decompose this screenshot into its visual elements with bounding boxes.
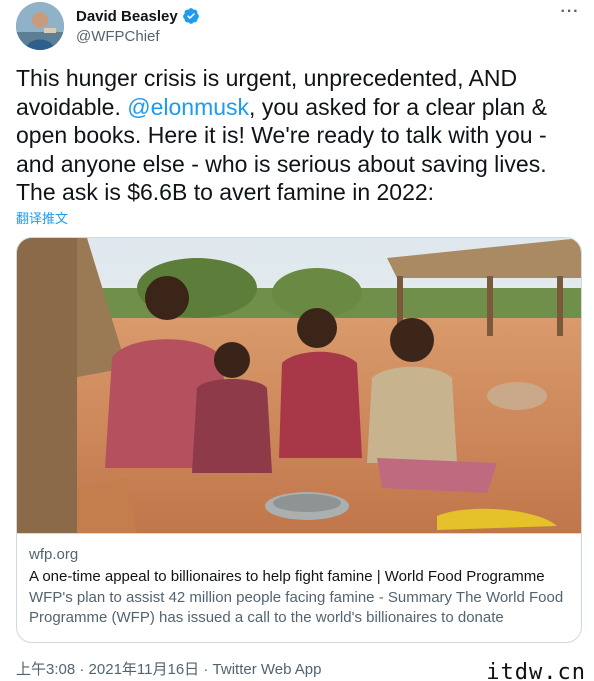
verified-badge-icon xyxy=(182,7,200,25)
tweet-time[interactable]: 上午3:08 xyxy=(16,661,75,678)
famine-photo-image[interactable] xyxy=(17,238,581,534)
author-display-name[interactable]: David Beasley xyxy=(76,8,178,25)
tweet-date[interactable]: 2021年11月16日 xyxy=(89,661,200,678)
link-card[interactable]: wfp.org A one-time appeal to billionaire… xyxy=(16,237,582,643)
tweet-footer: 上午3:08 · 2021年11月16日 · Twitter Web App xyxy=(16,658,321,679)
mention-link[interactable]: @elonmusk xyxy=(127,94,249,120)
footer-separator: · xyxy=(199,661,213,678)
translate-link[interactable]: 翻译推文 xyxy=(16,208,68,227)
site-watermark: itdw.cn xyxy=(486,660,586,681)
card-meta: wfp.org A one-time appeal to billionaire… xyxy=(29,546,569,628)
card-domain: wfp.org xyxy=(29,546,79,563)
more-options-icon[interactable]: ··· xyxy=(558,4,582,26)
footer-separator: · xyxy=(75,661,89,678)
tweet-source[interactable]: Twitter Web App xyxy=(213,661,322,678)
card-description: WFP's plan to assist 42 million people f… xyxy=(29,589,564,626)
card-title[interactable]: A one-time appeal to billionaires to hel… xyxy=(29,568,569,588)
profile-avatar[interactable] xyxy=(16,2,64,50)
author-names: David Beasley @WFPChief xyxy=(76,6,200,48)
tweet-text: This hunger crisis is urgent, unpreceden… xyxy=(16,64,576,207)
tweet-header: David Beasley @WFPChief ··· xyxy=(16,2,582,50)
author-handle[interactable]: @WFPChief xyxy=(76,28,200,48)
